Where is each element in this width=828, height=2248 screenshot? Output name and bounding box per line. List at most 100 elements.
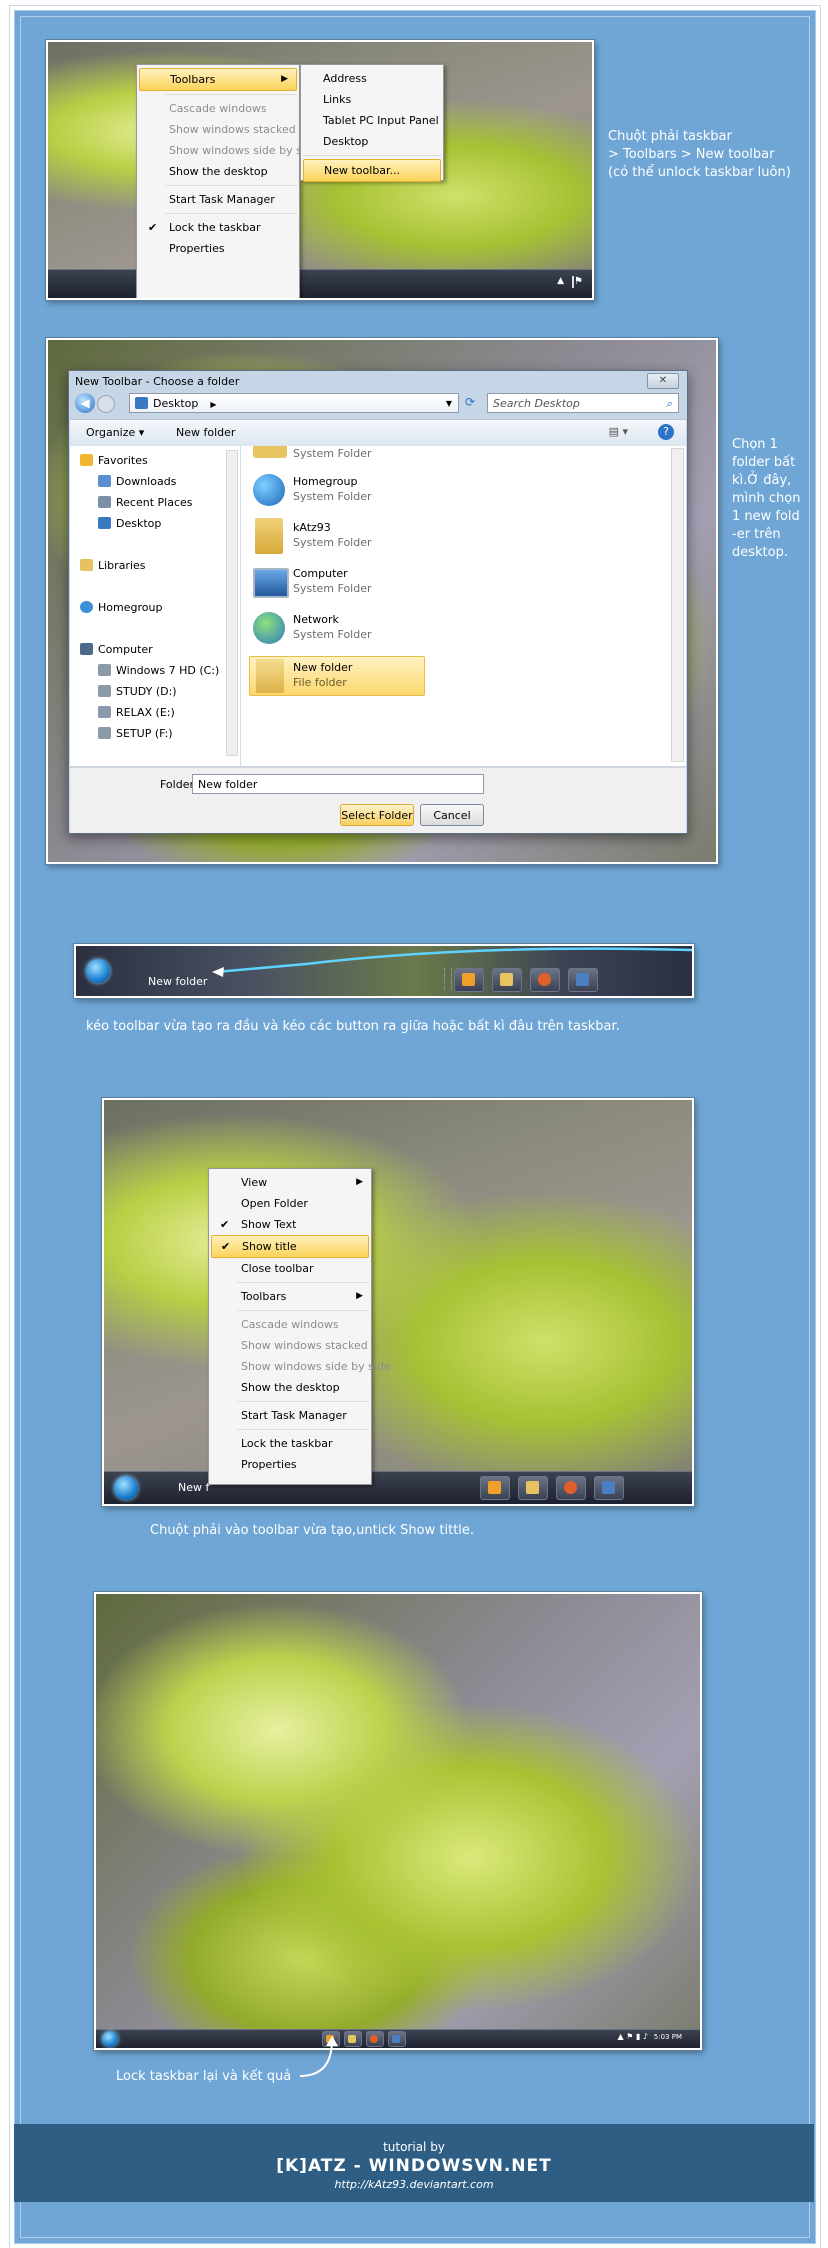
nav-computer[interactable]: Computer [80, 643, 153, 656]
nav-drive-e[interactable]: RELAX (E:) [98, 706, 175, 719]
step2-screenshot: New Toolbar - Choose a folder ✕ ◀ Deskto… [46, 338, 718, 864]
choose-folder-dialog: New Toolbar - Choose a folder ✕ ◀ Deskto… [68, 370, 688, 834]
toolbar-grip[interactable] [444, 968, 452, 990]
nav-drive-f[interactable]: SETUP (F:) [98, 727, 173, 740]
new-folder-button[interactable]: New folder [176, 426, 235, 439]
view-options-icon[interactable]: ▤ ▾ [609, 425, 628, 438]
firefox-button[interactable] [556, 1476, 586, 1500]
cancel-button[interactable]: Cancel [420, 804, 484, 826]
taskbar[interactable]: ▲ ⚑ ▮ ♪ 5:03 PM [96, 2029, 700, 2048]
search-icon: ⌕ [665, 397, 672, 410]
clock[interactable]: 5:03 PM [654, 2033, 682, 2041]
firefox-button[interactable] [530, 968, 560, 992]
close-button[interactable]: ✕ [647, 373, 679, 389]
menu-item-task-manager[interactable]: Start Task Manager [137, 189, 299, 210]
submenu-item-new-toolbar[interactable]: New toolbar... [303, 159, 441, 182]
menu-item-show-desktop[interactable]: Show the desktop [209, 1377, 371, 1398]
dropdown-arrow-icon[interactable]: ▼ [446, 394, 452, 414]
menu-item-view[interactable]: View ▶ [209, 1172, 371, 1193]
menu-item-show-desktop[interactable]: Show the desktop [137, 161, 299, 182]
footer-url[interactable]: http://kAtz93.deviantart.com [14, 2178, 814, 2191]
back-button[interactable]: ◀ [75, 393, 95, 413]
navigation-pane: Favorites Downloads Recent Places Deskto… [70, 446, 241, 766]
submenu-arrow-icon: ▶ [281, 74, 288, 84]
tray-icons[interactable]: ▲ ⚑ ▮ ♪ [618, 2032, 648, 2041]
taskbar-context-menu: Toolbars ▶ Cascade windows Show windows s… [136, 64, 319, 298]
start-button[interactable] [86, 959, 110, 983]
submenu-item-desktop[interactable]: Desktop [301, 131, 443, 152]
network-icon [253, 612, 285, 644]
menu-item-properties[interactable]: Properties [209, 1454, 371, 1475]
toolbar-label[interactable]: New f [178, 1481, 209, 1494]
explorer-button[interactable] [518, 1476, 548, 1500]
forward-button[interactable] [97, 395, 115, 413]
menu-item-task-manager[interactable]: Start Task Manager [209, 1405, 371, 1426]
nav-favorites[interactable]: Favorites [80, 454, 148, 467]
folder-item-computer[interactable]: Computer System Folder [249, 564, 449, 600]
tray-arrow-icon[interactable]: ▲ [557, 276, 564, 286]
folder-item-new-folder[interactable]: New folder File folder [249, 656, 425, 696]
dialog-title: New Toolbar - Choose a folder [75, 375, 240, 388]
menu-item-open-folder[interactable]: Open Folder [209, 1193, 371, 1214]
drive-icon [98, 727, 111, 739]
nav-desktop[interactable]: Desktop [98, 517, 161, 530]
submenu-item-address[interactable]: Address [301, 68, 443, 89]
refresh-icon[interactable]: ⟳ [465, 395, 475, 409]
desktop-icon [98, 517, 111, 529]
dialog-footer: Folder: New folder Select Folder Cancel [70, 767, 686, 833]
app-button[interactable] [594, 1476, 624, 1500]
toolbars-submenu: Address Links Tablet PC Input Panel Desk… [300, 64, 444, 182]
start-button[interactable] [102, 2031, 118, 2047]
menu-item-lock-taskbar[interactable]: Lock the taskbar [209, 1433, 371, 1454]
nav-drive-c[interactable]: Windows 7 HD (C:) [98, 664, 219, 677]
drag-arrow [212, 947, 692, 977]
organize-menu[interactable]: Organize ▾ [86, 426, 144, 439]
select-folder-button[interactable]: Select Folder [340, 804, 414, 826]
folder-item-network[interactable]: Network System Folder [249, 610, 449, 646]
menu-item-toolbars[interactable]: Toolbars ▶ [209, 1286, 371, 1307]
start-button[interactable] [114, 1476, 138, 1500]
menu-item-show-text[interactable]: ✔ Show Text [209, 1214, 371, 1235]
taskbar[interactable]: ⚑ ▲ [48, 269, 592, 298]
nav-drive-d[interactable]: STUDY (D:) [98, 685, 177, 698]
submenu-arrow-icon: ▶ [356, 1291, 363, 1301]
nav-recent-places[interactable]: Recent Places [98, 496, 193, 509]
media-player-button[interactable] [454, 968, 484, 992]
content-pane: System Folder Homegroup System Folder kA… [241, 446, 686, 766]
desktop-icon [135, 397, 148, 409]
nav-scrollbar[interactable] [226, 450, 238, 756]
menu-item-close-toolbar[interactable]: Close toolbar [209, 1258, 371, 1279]
menu-item-show-title[interactable]: ✔ Show title [211, 1235, 369, 1258]
search-input[interactable]: Search Desktop ⌕ [487, 393, 679, 413]
help-icon[interactable]: ? [658, 424, 674, 440]
app-button[interactable] [568, 968, 598, 992]
address-bar[interactable]: Desktop ▶ ▼ [129, 393, 459, 413]
explorer-button[interactable] [492, 968, 522, 992]
folder-item-homegroup[interactable]: Homegroup System Folder [249, 472, 449, 508]
folder-name-input[interactable]: New folder [192, 774, 484, 794]
folder-item-user[interactable]: kAtz93 System Folder [249, 518, 449, 554]
app-button[interactable] [388, 2031, 406, 2047]
firefox-button[interactable] [366, 2031, 384, 2047]
taskbar[interactable]: New f [104, 1471, 692, 1504]
nav-homegroup[interactable]: Homegroup [80, 601, 162, 614]
drive-icon [98, 664, 111, 676]
menu-item-side-by-side: Show windows side by side [169, 144, 319, 157]
nav-libraries[interactable]: Libraries [80, 559, 146, 572]
menu-item-toolbars[interactable]: Toolbars ▶ [139, 68, 297, 91]
folder-item[interactable]: System Folder [249, 446, 449, 466]
submenu-item-tablet-pc[interactable]: Tablet PC Input Panel [301, 110, 443, 131]
menu-item-properties[interactable]: Properties [137, 238, 299, 259]
explorer-button[interactable] [344, 2031, 362, 2047]
media-player-button[interactable] [480, 1476, 510, 1500]
menu-item-lock-taskbar[interactable]: ✔ Lock the taskbar [137, 217, 299, 238]
drive-icon [98, 685, 111, 697]
content-scrollbar[interactable] [671, 448, 684, 762]
footer-tutorial-by: tutorial by [383, 2140, 445, 2154]
system-tray-flag-icon[interactable]: ⚑ [572, 276, 584, 288]
star-icon [80, 454, 93, 466]
menu-item-side-by-side: Show windows side by side [241, 1360, 391, 1373]
nav-downloads[interactable]: Downloads [98, 475, 176, 488]
submenu-item-links[interactable]: Links [301, 89, 443, 110]
step5-caption: Lock taskbar lại và kết quả [116, 2069, 292, 2084]
